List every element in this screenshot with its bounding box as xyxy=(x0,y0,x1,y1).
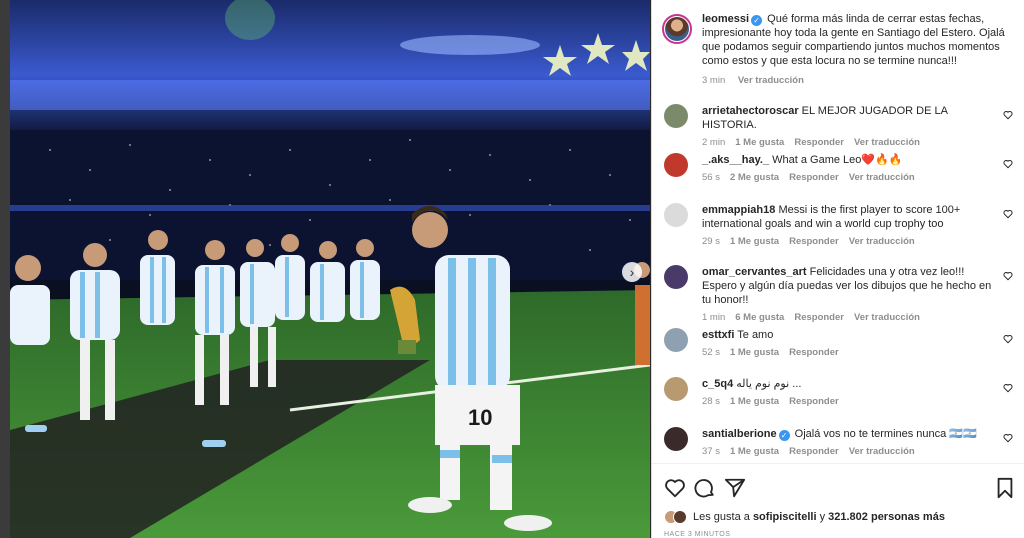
reply-button[interactable]: Responder xyxy=(789,446,839,457)
reply-button[interactable]: Responder xyxy=(789,236,839,247)
translate-button[interactable]: Ver traducción xyxy=(854,137,920,148)
commenter-username[interactable]: c_5q4 xyxy=(702,378,733,390)
commenter-avatar[interactable] xyxy=(664,153,688,177)
post-caption: leomessi ✓ Qué forma más linda de cerrar … xyxy=(662,12,1017,88)
comment-item: arrietahectoroscar EL MEJOR JUGADOR DE L… xyxy=(662,104,1017,150)
reply-button[interactable]: Responder xyxy=(794,137,844,148)
likes-prefix: Les gusta a xyxy=(693,511,750,523)
comment-like-heart-icon[interactable] xyxy=(1003,383,1013,393)
comment-text: Ojalá vos no te termines nunca 🇦🇷🇦🇷 xyxy=(794,428,977,440)
comment-item: esttxfi Te amo 52 s 1 Me gusta Responder xyxy=(662,328,1017,360)
comment-likes[interactable]: 6 Me gusta xyxy=(735,312,784,323)
liker-username[interactable]: sofipiscitelli xyxy=(753,511,817,523)
reply-button[interactable]: Responder xyxy=(789,172,839,183)
verified-badge-icon: ✓ xyxy=(751,15,763,26)
likes-middle: y xyxy=(819,511,826,523)
likes-suffix[interactable]: personas más xyxy=(871,511,945,523)
heart-icon[interactable] xyxy=(664,477,686,499)
comment-item: c_5q4 نوم نوم ياله ... 28 s 1 Me gusta Resp… xyxy=(662,377,1017,409)
comment-item: omar_cervantes_art Felicidades una y otr… xyxy=(662,265,1017,325)
comment-like-heart-icon[interactable] xyxy=(1003,433,1013,443)
stadium-scene: 10 xyxy=(10,0,650,538)
comment-item: emmappiah18 Messi is the first player to… xyxy=(662,203,1017,249)
reply-button[interactable]: Responder xyxy=(794,312,844,323)
commenter-avatar[interactable] xyxy=(664,203,688,227)
translate-button[interactable]: Ver traducción xyxy=(849,446,915,457)
comment-time: 1 min xyxy=(702,312,726,323)
comment-text: نوم نوم ياله ... xyxy=(736,378,802,390)
commenter-username[interactable]: arrietahectoroscar xyxy=(702,105,799,117)
send-icon[interactable] xyxy=(724,477,746,499)
translate-button[interactable]: Ver traducción xyxy=(849,172,915,183)
comment-like-heart-icon[interactable] xyxy=(1003,334,1013,344)
comment-time: 29 s xyxy=(702,236,720,247)
comment-like-heart-icon[interactable] xyxy=(1003,159,1013,169)
comment-time: 37 s xyxy=(702,446,720,457)
commenter-avatar[interactable] xyxy=(664,377,688,401)
verified-badge-icon: ✓ xyxy=(778,430,790,441)
action-bar xyxy=(664,477,1016,499)
commenter-avatar[interactable] xyxy=(664,265,688,289)
comment-likes[interactable]: 1 Me gusta xyxy=(730,396,779,407)
likes-count[interactable]: 321.802 xyxy=(828,511,868,523)
likes-summary: Les gusta a sofipiscitelli y 321.802 per… xyxy=(664,510,945,524)
next-photo-button[interactable]: › xyxy=(622,262,642,282)
comments-panel: leomessi ✓ Qué forma más linda de cerrar … xyxy=(651,0,1024,538)
author-avatar[interactable] xyxy=(662,14,692,44)
comment-time: 52 s xyxy=(702,347,720,358)
reply-button[interactable]: Responder xyxy=(789,396,839,407)
bookmark-icon[interactable] xyxy=(994,477,1016,499)
comment-like-heart-icon[interactable] xyxy=(1003,209,1013,219)
commenter-avatar[interactable] xyxy=(664,328,688,352)
comment-like-heart-icon[interactable] xyxy=(1003,271,1013,281)
comment-likes[interactable]: 1 Me gusta xyxy=(730,446,779,457)
comment-item: santialberione ✓ Ojalá vos no te termines… xyxy=(662,427,1017,459)
translate-button[interactable]: Ver traducción xyxy=(854,312,920,323)
commenter-username[interactable]: santialberione xyxy=(702,428,777,440)
comment-item: _.aks__hay._ What a Game Leo❤️🔥🔥 56 s 2 Me… xyxy=(662,153,1017,185)
caption-translate-button[interactable]: Ver traducción xyxy=(738,75,804,86)
commenter-avatar[interactable] xyxy=(664,427,688,451)
instagram-post-view: 10 › leomessi ✓ Qué forma más linda de ce… xyxy=(0,0,1024,538)
comment-likes[interactable]: 1 Me gusta xyxy=(730,347,779,358)
reply-button[interactable]: Responder xyxy=(789,347,839,358)
comment-time: 28 s xyxy=(702,396,720,407)
comment-icon[interactable] xyxy=(694,477,716,499)
commenter-avatar[interactable] xyxy=(664,104,688,128)
translate-button[interactable]: Ver traducción xyxy=(849,236,915,247)
commenter-username[interactable]: _.aks__hay._ xyxy=(702,154,769,166)
author-username[interactable]: leomessi xyxy=(702,13,749,25)
comment-like-heart-icon[interactable] xyxy=(1003,110,1013,120)
divider xyxy=(652,463,1024,464)
caption-time: 3 min xyxy=(702,75,726,86)
comment-text: Te amo xyxy=(737,329,774,341)
comment-text: What a Game Leo❤️🔥🔥 xyxy=(772,154,903,166)
comment-time: 56 s xyxy=(702,172,720,183)
background-strip xyxy=(0,0,10,538)
jersey-number: 10 xyxy=(468,405,492,430)
comment-likes[interactable]: 2 Me gusta xyxy=(730,172,779,183)
post-time-ago: HACE 3 MINUTOS xyxy=(664,531,731,538)
post-photo[interactable]: 10 › xyxy=(10,0,650,538)
comment-likes[interactable]: 1 Me gusta xyxy=(730,236,779,247)
comment-likes[interactable]: 1 Me gusta xyxy=(735,137,784,148)
comment-time: 2 min xyxy=(702,137,726,148)
commenter-username[interactable]: esttxfi xyxy=(702,329,734,341)
commenter-username[interactable]: omar_cervantes_art xyxy=(702,266,807,278)
liker-avatar xyxy=(673,510,687,524)
commenter-username[interactable]: emmappiah18 xyxy=(702,204,775,216)
